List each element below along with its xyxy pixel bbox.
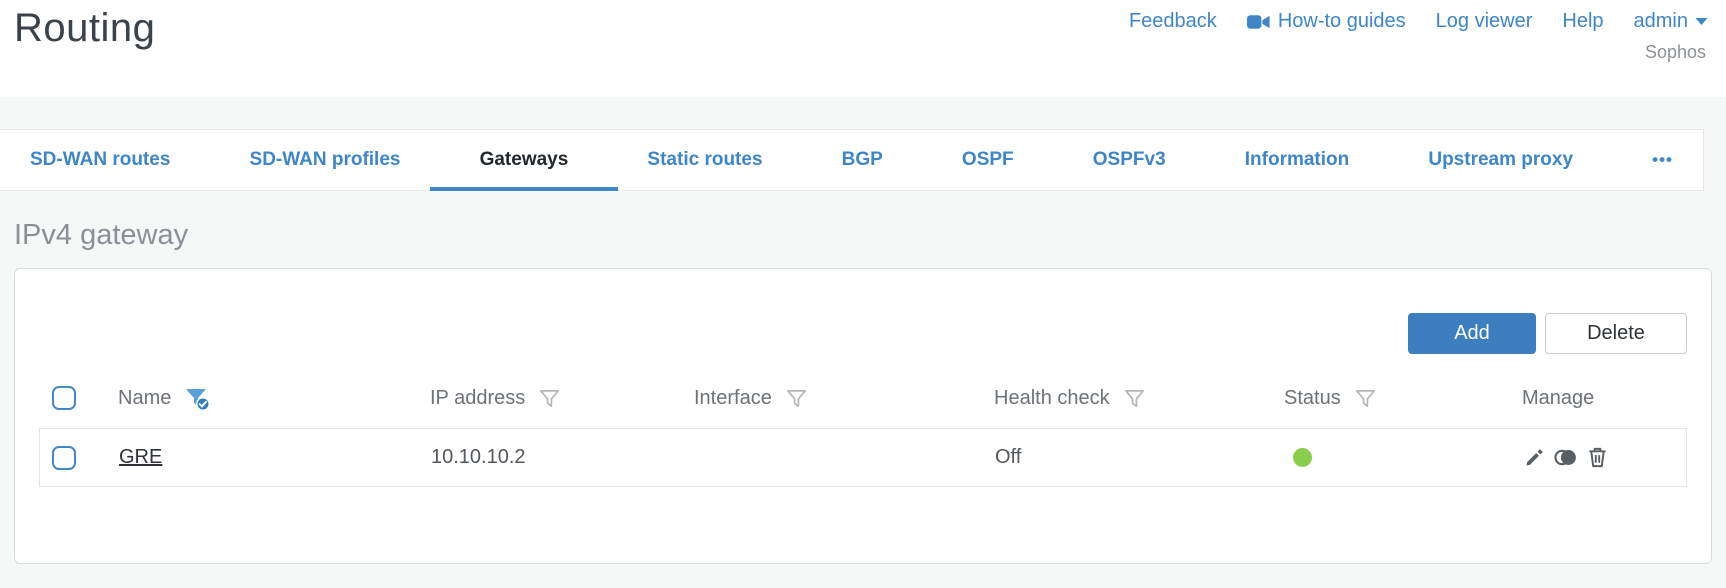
tab-ospf[interactable]: OSPF bbox=[958, 130, 1018, 190]
ipv4-gateway-panel: Add Delete Name IP address Interface Hea… bbox=[14, 268, 1712, 564]
log-viewer-label: Log viewer bbox=[1435, 10, 1533, 32]
howto-guides-label: How-to guides bbox=[1277, 10, 1406, 32]
help-label: Help bbox=[1562, 10, 1604, 32]
filter-icon-status[interactable] bbox=[1354, 387, 1377, 410]
health-check-cell: Off bbox=[995, 446, 1022, 468]
feedback-link[interactable]: Feedback bbox=[1129, 10, 1217, 33]
select-all-checkbox[interactable] bbox=[52, 386, 76, 410]
feedback-link-label: Feedback bbox=[1128, 10, 1217, 32]
column-header-interface: Interface bbox=[694, 386, 772, 409]
delete-button[interactable]: Delete bbox=[1545, 313, 1687, 354]
tab-sd-wan-profiles[interactable]: SD-WAN profiles bbox=[246, 130, 405, 190]
edit-icon[interactable] bbox=[1523, 446, 1546, 469]
page-header: Routing Feedback How-to guides Log viewe… bbox=[0, 0, 1726, 97]
table-body: GRE 10.10.10.2 Off bbox=[39, 428, 1687, 487]
tab-overflow-menu[interactable]: ••• bbox=[1648, 130, 1677, 190]
tab-upstream-proxy[interactable]: Upstream proxy bbox=[1424, 130, 1577, 190]
section-title: IPv4 gateway bbox=[14, 219, 189, 251]
tab-bar: SD-WAN routes SD-WAN profiles Gateways S… bbox=[0, 129, 1704, 191]
top-nav: Feedback How-to guides Log viewer Help a… bbox=[1129, 10, 1708, 33]
toolbar: Add Delete bbox=[39, 269, 1687, 354]
user-menu-label: admin bbox=[1633, 10, 1688, 32]
column-header-name: Name bbox=[118, 386, 172, 409]
column-header-manage: Manage bbox=[1522, 386, 1595, 409]
table-row: GRE 10.10.10.2 Off bbox=[40, 429, 1686, 486]
howto-guides-link[interactable]: How-to guides bbox=[1246, 10, 1406, 33]
log-viewer-link[interactable]: Log viewer bbox=[1436, 10, 1533, 33]
status-dot bbox=[1293, 448, 1312, 467]
column-header-ip-address: IP address bbox=[430, 386, 526, 409]
brand-label: Sophos bbox=[1644, 42, 1706, 62]
filter-icon-interface[interactable] bbox=[785, 387, 808, 410]
column-header-status: Status bbox=[1284, 386, 1341, 409]
filter-icon-health-check[interactable] bbox=[1123, 387, 1146, 410]
content-area: IPv4 gateway Add Delete Name IP address … bbox=[0, 219, 1726, 564]
delete-icon[interactable] bbox=[1586, 446, 1609, 469]
filter-icon-ip-address[interactable] bbox=[538, 387, 561, 410]
column-header-health-check: Health check bbox=[994, 386, 1110, 409]
tab-gateways[interactable]: Gateways bbox=[429, 130, 618, 191]
row-checkbox[interactable] bbox=[52, 445, 76, 470]
table-header-row: Name IP address Interface Health check S… bbox=[39, 368, 1687, 428]
tab-ospfv3[interactable]: OSPFv3 bbox=[1089, 130, 1170, 190]
filter-icon-name-active[interactable] bbox=[184, 385, 211, 411]
tab-information[interactable]: Information bbox=[1241, 130, 1354, 190]
help-link[interactable]: Help bbox=[1562, 10, 1603, 33]
tab-bgp[interactable]: BGP bbox=[838, 130, 887, 190]
video-camera-icon bbox=[1246, 14, 1270, 30]
tab-sd-wan-routes[interactable]: SD-WAN routes bbox=[26, 130, 174, 190]
gateway-name-link[interactable]: GRE bbox=[119, 446, 162, 469]
user-menu[interactable]: admin bbox=[1634, 10, 1708, 33]
clone-icon[interactable] bbox=[1553, 446, 1579, 469]
tab-static-routes[interactable]: Static routes bbox=[643, 130, 766, 190]
ip-address-cell: 10.10.10.2 bbox=[431, 446, 526, 468]
add-button[interactable]: Add bbox=[1408, 313, 1536, 354]
chevron-down-icon bbox=[1695, 17, 1708, 26]
